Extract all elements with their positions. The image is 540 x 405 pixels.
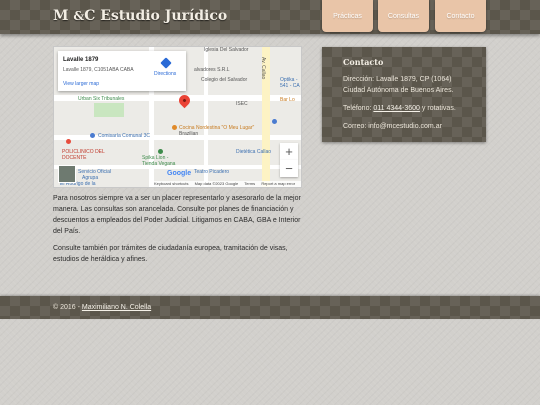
nav-practicas[interactable]: Prácticas	[322, 0, 373, 32]
map-label: Spika Lion - Tienda Vegana	[142, 155, 176, 167]
map-label: POLICLINICO DEL DOCENTE	[62, 149, 105, 161]
contact-address-line1: Dirección: Lavalle 1879, CP (1064)	[343, 76, 452, 83]
zoom-in-button[interactable]: +	[280, 143, 298, 160]
terms-link[interactable]: Terms	[244, 181, 255, 186]
map-info-card: Lavalle 1879 Lavalle 1879, C1051ABA CABA…	[58, 51, 186, 91]
map-label: ISEC	[236, 101, 248, 107]
directions-icon[interactable]	[160, 57, 172, 69]
copyright: © 2016 - Maximiliano N. Colella	[53, 304, 151, 311]
directions-link[interactable]: Directions	[154, 71, 176, 77]
map-label: Agrupa	[82, 175, 99, 181]
map-label: Av. Callao	[260, 57, 266, 80]
site-footer: © 2016 - Maximiliano N. Colella	[0, 296, 540, 319]
contact-phone: Teléfono: 011 4344-3600 y rotativas.	[343, 105, 456, 112]
brand-name: Estudio Jurídico	[100, 8, 228, 24]
brand-m: M	[53, 8, 69, 24]
phone-label: Teléfono:	[343, 105, 372, 112]
map-attribution: Keyboard shortcuts Map data ©2023 Google…	[154, 181, 301, 187]
map-card-address: Lavalle 1879, C1051ABA CABA	[63, 67, 134, 73]
map-data-text: Map data ©2023 Google	[194, 181, 239, 186]
map-label: Dietética Callao	[236, 149, 272, 155]
intro-paragraph-1: Para nosotros siempre va a ser un placer…	[53, 195, 301, 235]
zoom-out-button[interactable]: −	[280, 160, 298, 177]
nav-contacto[interactable]: Contacto	[435, 0, 486, 32]
police-icon	[90, 133, 95, 138]
shop-icon	[272, 119, 277, 124]
report-error-link[interactable]: Report a map error	[261, 181, 295, 186]
map-label: Iglesia Del Salvador	[204, 47, 249, 53]
map-label: Teatro Picadero	[194, 169, 230, 175]
map-label: alvadores S.R.L	[194, 67, 230, 73]
restaurant-icon	[172, 125, 177, 130]
copyright-text: © 2016 -	[53, 304, 80, 311]
map-card-title: Lavalle 1879	[63, 57, 99, 63]
phone-suffix: y rotativas.	[421, 105, 456, 112]
brand-ampersand: &	[73, 9, 85, 23]
contact-title: Contacto	[343, 57, 384, 67]
map-label: Colegio del Salvador	[201, 77, 248, 83]
map-label: Comisaría Comunal 3C	[98, 133, 150, 139]
author-link[interactable]: Maximiliano N. Colella	[82, 304, 151, 311]
satellite-toggle[interactable]	[58, 165, 76, 183]
contact-address-line2: Ciudad Autónoma de Buenos Aires.	[343, 87, 454, 94]
shop-icon	[158, 149, 163, 154]
contact-box: Contacto Dirección: Lavalle 1879, CP (10…	[322, 47, 486, 142]
map-park	[94, 103, 124, 117]
brand-c: C	[84, 8, 96, 24]
site-header: M &C Estudio Jurídico Prácticas Consulta…	[0, 0, 540, 34]
map-label: Bar Lo	[280, 97, 295, 103]
view-larger-map-link[interactable]: View larger map	[63, 81, 99, 87]
google-logo: Google	[167, 170, 192, 177]
map-label: Brazilian	[179, 131, 199, 137]
contact-email: Correo: info@mcestudio.com.ar	[343, 123, 442, 130]
map-label: Optika - 541 - CA	[280, 77, 300, 89]
hospital-icon	[66, 139, 71, 144]
embedded-map[interactable]: Lavalle 1879 Lavalle 1879, C1051ABA CABA…	[53, 46, 302, 188]
intro-paragraph-2: Consulte también por trámites de ciudada…	[53, 245, 288, 263]
map-label: Urban Six Tribunales	[78, 96, 125, 102]
keyboard-shortcuts-link[interactable]: Keyboard shortcuts	[154, 181, 188, 186]
site-logo[interactable]: M &C Estudio Jurídico	[53, 8, 227, 24]
phone-link[interactable]: 011 4344-3600	[373, 105, 420, 112]
nav-consultas[interactable]: Consultas	[378, 0, 429, 32]
intro-text: Para nosotros siempre va a ser un placer…	[53, 193, 301, 271]
